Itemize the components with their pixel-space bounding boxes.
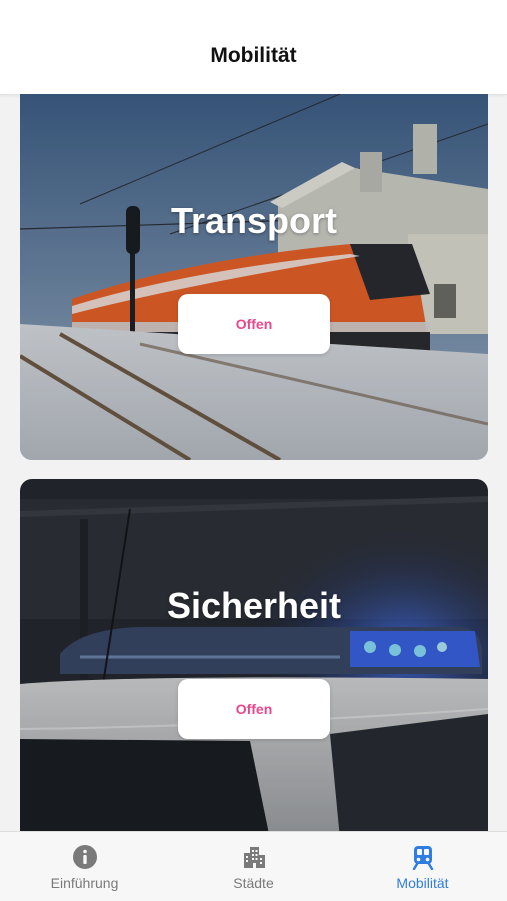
bottom-tab-bar: Einführung Städte Mobilität [0, 831, 507, 901]
top-bar: Mobilität [0, 0, 507, 95]
card-title: Transport [170, 200, 338, 241]
card-title: Sicherheit [166, 585, 342, 626]
train-icon [412, 846, 433, 870]
tab-label: Mobilität [396, 875, 449, 891]
transport-card[interactable]: Transport Offen [20, 94, 488, 460]
train-photo [20, 94, 488, 460]
police-car-photo [20, 479, 488, 839]
tab-mobilitaet[interactable]: Mobilität [338, 832, 507, 901]
info-icon [72, 845, 97, 869]
security-open-button[interactable]: Offen [178, 679, 330, 739]
page-title: Mobilität [210, 44, 297, 67]
security-card[interactable]: Sicherheit Offen [20, 479, 488, 839]
transport-open-button[interactable]: Offen [178, 294, 330, 354]
tab-label: Einführung [50, 875, 119, 891]
city-icon [243, 847, 265, 868]
tab-einfuehrung[interactable]: Einführung [0, 832, 169, 901]
tab-label: Städte [233, 875, 274, 891]
tab-staedte[interactable]: Städte [169, 832, 338, 901]
